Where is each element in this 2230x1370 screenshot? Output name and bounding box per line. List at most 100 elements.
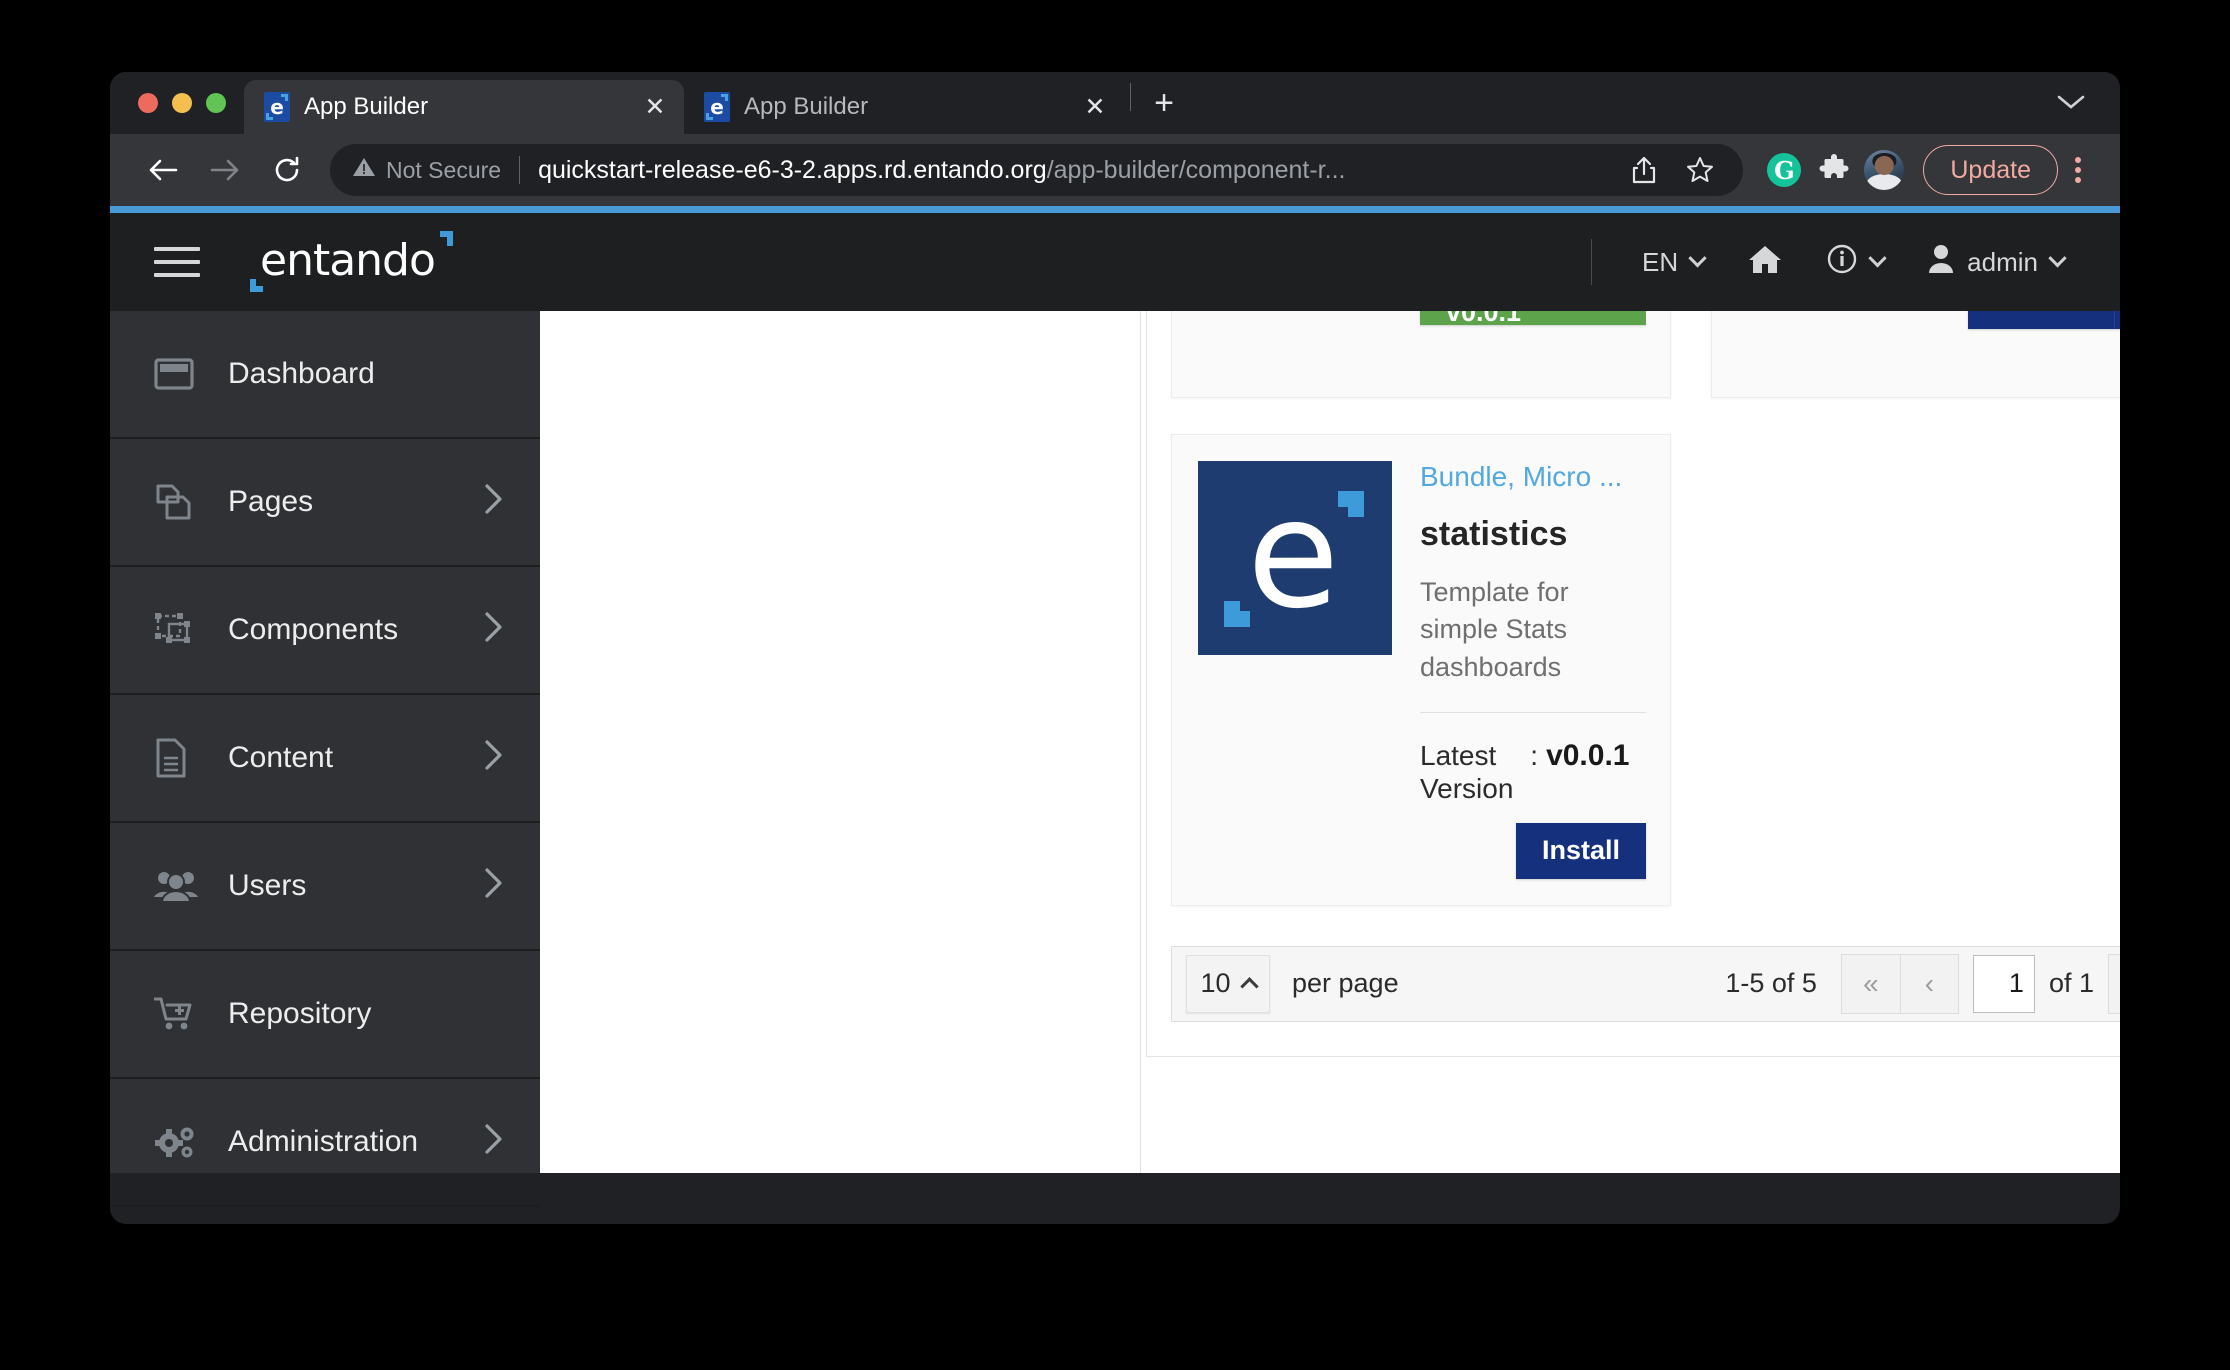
reload-icon[interactable] xyxy=(256,139,318,201)
browser-tab-2-title: App Builder xyxy=(744,93,869,120)
browser-tab-1-title: App Builder xyxy=(304,93,429,120)
content-scroll-region: Version Uninstall v0.0.1 xyxy=(540,311,2120,1173)
latest-version-separator: : xyxy=(1530,739,1539,771)
close-tab-2-button[interactable]: ✕ xyxy=(1080,94,1110,120)
url-text[interactable]: quickstart-release-e6-3-2.apps.rd.entand… xyxy=(538,156,1345,185)
user-name-label: admin xyxy=(1967,246,2038,277)
per-page-value: 10 xyxy=(1200,968,1231,999)
bundle-kind-link[interactable]: Bundle, Micro ... xyxy=(1420,461,1646,493)
accent-strip xyxy=(110,206,2120,213)
entando-logo-text: entando xyxy=(260,234,436,286)
minimize-window-button[interactable] xyxy=(172,93,192,113)
sidebar-item-users[interactable]: Users xyxy=(110,823,540,951)
browser-tab-2[interactable]: e App Builder ✕ xyxy=(684,80,1124,134)
share-icon[interactable] xyxy=(1619,145,1669,195)
app-header-actions: EN admin xyxy=(1591,233,2086,291)
back-arrow-icon[interactable] xyxy=(132,139,194,201)
entando-favicon-icon: e xyxy=(264,92,290,122)
tab-list-chevron-down-icon[interactable] xyxy=(2056,87,2086,118)
entando-logo[interactable]: entando xyxy=(250,230,453,292)
entando-favicon-icon: e xyxy=(704,92,730,122)
install-split-button[interactable]: Install xyxy=(1967,311,2120,329)
language-selector[interactable]: EN xyxy=(1620,233,1726,291)
next-page-button[interactable]: › xyxy=(2109,954,2120,1013)
page-number-input[interactable] xyxy=(1972,954,2035,1013)
bundle-card-partial-2[interactable]: Version Install xyxy=(1711,311,2120,398)
user-menu[interactable]: admin xyxy=(1906,233,2086,291)
chevron-up-icon xyxy=(1239,977,1259,996)
dashboard-icon xyxy=(154,356,200,392)
maximize-window-button[interactable] xyxy=(206,93,226,113)
sidebar-item-components[interactable]: Components xyxy=(110,567,540,695)
close-window-button[interactable] xyxy=(138,93,158,113)
avatar[interactable] xyxy=(1859,145,1909,195)
close-tab-1-button[interactable]: ✕ xyxy=(640,94,670,120)
omnibox-actions xyxy=(1605,145,1725,195)
chevron-down-icon xyxy=(2048,248,2067,267)
header-separator xyxy=(1591,239,1593,285)
hamburger-icon[interactable] xyxy=(146,231,208,293)
result-range-text: 1-5 of 5 xyxy=(1725,968,1817,999)
update-button[interactable]: Update xyxy=(1923,145,2058,195)
next-page-group: › » xyxy=(2108,953,2120,1014)
app-body: Dashboard Pages Components Content Users… xyxy=(110,311,2120,1207)
bundle-description: Template for simple Stats dashboards xyxy=(1420,577,1569,682)
info-menu[interactable] xyxy=(1804,233,1906,291)
browser-window: e App Builder ✕ e App Builder ✕ + Not Se… xyxy=(110,72,2120,1224)
url-host: quickstart-release-e6-3-2.apps.rd.entand… xyxy=(538,155,1047,184)
content-document-icon xyxy=(154,738,200,778)
browser-tab-strip: e App Builder ✕ e App Builder ✕ + xyxy=(110,72,2120,134)
sidebar-item-pages[interactable]: Pages xyxy=(110,439,540,567)
card-divider xyxy=(1420,711,1646,713)
sidebar-item-label: Users xyxy=(228,869,307,902)
sidebar: Dashboard Pages Components Content Users… xyxy=(110,311,540,1207)
install-button[interactable]: Install xyxy=(1967,311,2114,329)
sidebar-item-label: Content xyxy=(228,741,334,774)
latest-version-label-line2: Version xyxy=(1420,772,1514,804)
uninstall-button[interactable]: Uninstall v0.0.1 xyxy=(1420,311,1646,327)
component-repository-panel: Version Uninstall v0.0.1 xyxy=(1146,311,2120,1057)
three-dot-menu-icon[interactable] xyxy=(2058,155,2098,185)
chevron-down-icon xyxy=(1688,248,1707,267)
total-pages-label: of 1 xyxy=(2048,968,2094,999)
new-tab-button[interactable]: + xyxy=(1137,76,1191,130)
install-options-chevron-down-icon[interactable] xyxy=(2114,311,2120,329)
entando-bundle-logo-icon: e xyxy=(1198,461,1392,655)
bookmark-star-icon[interactable] xyxy=(1675,145,1725,195)
bundle-card-partial-1[interactable]: Version Uninstall v0.0.1 xyxy=(1171,311,1671,398)
security-status[interactable]: Not Secure xyxy=(352,156,501,184)
previous-page-button[interactable]: ‹ xyxy=(1899,954,1958,1013)
grammarly-extension-icon[interactable]: G xyxy=(1759,145,1809,195)
pages-icon xyxy=(154,483,200,521)
cart-plus-icon xyxy=(154,995,200,1033)
bundle-title: statistics xyxy=(1420,515,1568,553)
language-label: EN xyxy=(1642,246,1679,277)
sidebar-item-repository[interactable]: Repository xyxy=(110,951,540,1079)
install-button[interactable]: Install xyxy=(1515,822,1646,879)
url-path: /app-builder/component-r... xyxy=(1046,155,1346,184)
sidebar-item-label: Dashboard xyxy=(228,357,375,390)
chevron-right-icon xyxy=(482,738,506,778)
per-page-label: per page xyxy=(1292,968,1399,999)
bundle-card-grid: Version Uninstall v0.0.1 xyxy=(1171,311,2120,942)
sidebar-item-administration[interactable]: Administration xyxy=(110,1079,540,1207)
info-circle-icon xyxy=(1826,243,1858,282)
sidebar-item-content[interactable]: Content xyxy=(110,695,540,823)
extensions-puzzle-icon[interactable] xyxy=(1809,145,1859,195)
home-button[interactable] xyxy=(1726,233,1804,291)
pagination-bar: 10 per page 1-5 of 5 « ‹ of 1 xyxy=(1171,945,2120,1022)
app-header: entando EN admin xyxy=(110,213,2120,311)
first-page-button[interactable]: « xyxy=(1841,954,1900,1013)
sidebar-item-dashboard[interactable]: Dashboard xyxy=(110,311,540,439)
per-page-select[interactable]: 10 xyxy=(1186,954,1270,1013)
browser-tab-1[interactable]: e App Builder ✕ xyxy=(244,80,684,134)
address-bar[interactable]: Not Secure quickstart-release-e6-3-2.app… xyxy=(330,144,1744,196)
bundle-card-statistics[interactable]: e Bundle, Micro ... statistics Template … xyxy=(1171,434,1671,906)
content-divider xyxy=(1140,311,1141,1173)
latest-version-value: v0.0.1 xyxy=(1546,738,1630,772)
prev-page-group: « ‹ xyxy=(1840,953,1959,1014)
sidebar-item-label: Repository xyxy=(228,997,372,1030)
chevron-right-icon xyxy=(482,866,506,906)
chevron-down-icon xyxy=(1868,248,1887,267)
sidebar-item-label: Pages xyxy=(228,485,314,518)
